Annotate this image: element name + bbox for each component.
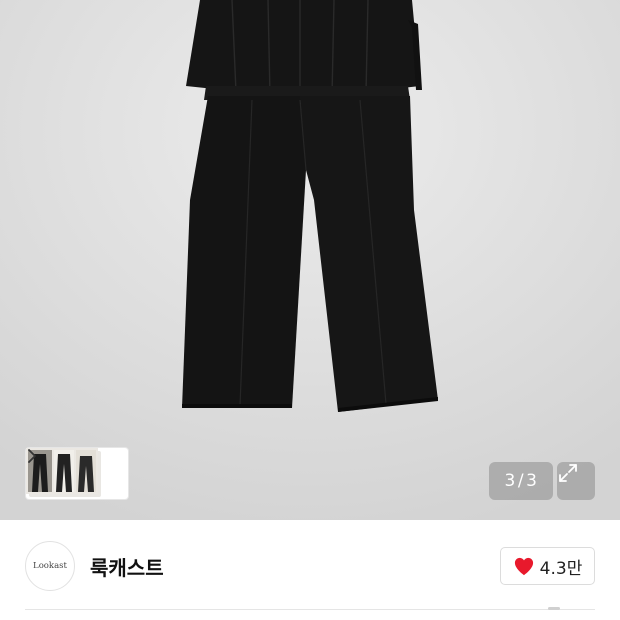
page-separator: /: [517, 471, 525, 491]
current-page: 3: [504, 471, 516, 491]
expand-button[interactable]: [557, 462, 595, 500]
like-button[interactable]: 4.3만: [500, 547, 595, 585]
divider: [25, 609, 595, 610]
like-count: 4.3만: [539, 558, 583, 579]
product-image[interactable]: 3 / 3: [0, 0, 620, 520]
scroll-indicator: [548, 607, 560, 610]
avatar-logo-text: Lookast: [33, 561, 67, 571]
heart-icon: [514, 557, 533, 576]
chevron-right-icon[interactable]: [28, 449, 127, 497]
total-pages: 3: [526, 471, 538, 491]
garment-illustration: [0, 0, 620, 520]
page-counter: 3 / 3: [489, 462, 553, 500]
thumbnail-image[interactable]: [26, 448, 101, 497]
expand-arrows-icon: [559, 464, 577, 482]
seller-row: Lookast 룩캐스트 4.3만: [0, 520, 620, 610]
thumbnail-strip[interactable]: [25, 447, 129, 500]
store-avatar[interactable]: Lookast: [25, 541, 75, 591]
store-name[interactable]: 룩캐스트: [90, 552, 164, 581]
